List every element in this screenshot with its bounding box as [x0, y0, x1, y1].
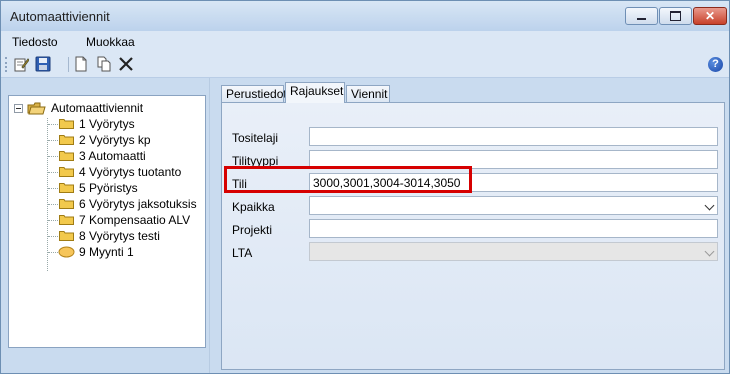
chevron-down-icon	[704, 246, 715, 257]
lta-label: LTA	[232, 246, 253, 260]
folder-icon	[59, 151, 74, 161]
help-icon[interactable]: ?	[708, 57, 723, 72]
tree-item[interactable]: 6 Vyörytys jaksotuksis	[48, 196, 199, 212]
tree-item-label: 1 Vyörytys	[79, 117, 135, 131]
tree-root-label: Automaattiviennit	[51, 101, 144, 115]
tree-item-label: 5 Pyöristys	[79, 181, 138, 195]
save-icon[interactable]	[35, 56, 51, 72]
minimize-button[interactable]	[625, 7, 658, 25]
tositelaji-input[interactable]	[309, 127, 718, 146]
folder-icon	[59, 167, 74, 177]
projekti-input[interactable]	[309, 219, 718, 238]
tab-rajaukset[interactable]: Rajaukset	[285, 82, 345, 103]
panel-splitter[interactable]	[209, 78, 216, 373]
menu-bar: Tiedosto Muokkaa	[1, 31, 729, 53]
folder-icon	[59, 183, 74, 193]
tree-root[interactable]: Automaattiviennit	[11, 100, 201, 116]
kpaikka-label: Kpaikka	[232, 200, 275, 214]
toolbar-grip[interactable]	[5, 57, 9, 72]
tree-item[interactable]: 3 Automaatti	[48, 148, 199, 164]
tree-item-label: 7 Kompensaatio ALV	[79, 213, 191, 227]
tree-item[interactable]: 7 Kompensaatio ALV	[48, 212, 199, 228]
tree-item-label: 8 Vyörytys testi	[79, 229, 160, 243]
tree-item-label: 3 Automaatti	[79, 149, 146, 163]
tree-item-label: 2 Vyörytys kp	[79, 133, 151, 147]
title-bar: Automaattiviennit ✕	[1, 1, 729, 31]
lta-dropdown	[309, 242, 718, 261]
edit-icon[interactable]	[13, 56, 29, 72]
delete-icon[interactable]	[118, 56, 134, 72]
tree-item[interactable]: 8 Vyörytys testi	[48, 228, 199, 244]
maximize-icon	[670, 11, 681, 21]
folder-icon	[59, 215, 74, 225]
folder-icon	[59, 231, 74, 241]
copy-icon[interactable]	[96, 56, 112, 72]
folder-icon	[59, 119, 74, 129]
folder-icon	[59, 199, 74, 209]
window-title: Automaattiviennit	[10, 9, 110, 24]
tree-item[interactable]: 4 Vyörytys tuotanto	[48, 164, 199, 180]
tab-strip: Perustiedot Rajaukset Viennit	[221, 82, 721, 103]
tree-panel[interactable]: Automaattiviennit 1 Vyörytys 2 Vyörytys …	[8, 95, 206, 348]
close-button[interactable]: ✕	[693, 7, 727, 25]
toolbar-separator	[68, 57, 69, 72]
chevron-down-icon[interactable]	[704, 200, 715, 211]
tree-item-label: 6 Vyörytys jaksotuksis	[79, 197, 197, 211]
close-icon: ✕	[704, 9, 716, 23]
tositelaji-label: Tositelaji	[232, 131, 279, 145]
menu-muokkaa[interactable]: Muokkaa	[86, 35, 135, 49]
tree-item[interactable]: 1 Vyörytys	[48, 116, 199, 132]
minimize-icon	[637, 18, 646, 20]
maximize-button[interactable]	[659, 7, 692, 25]
highlight-box	[224, 166, 472, 193]
main-window: Automaattiviennit ✕ Tiedosto Muokkaa ? A…	[0, 0, 730, 374]
tree-item[interactable]: 9 Myynti 1	[48, 244, 199, 260]
tree-item-label: 4 Vyörytys tuotanto	[79, 165, 182, 179]
tab-viennit[interactable]: Viennit	[346, 85, 390, 102]
projekti-label: Projekti	[232, 223, 273, 237]
tab-perustiedot[interactable]: Perustiedot	[221, 85, 287, 102]
collapse-icon[interactable]	[14, 104, 23, 113]
tree-item[interactable]: 2 Vyörytys kp	[48, 132, 199, 148]
folder-icon	[59, 135, 74, 145]
new-document-icon[interactable]	[73, 56, 89, 72]
menu-tiedosto[interactable]: Tiedosto	[12, 35, 58, 49]
kpaikka-dropdown[interactable]	[309, 196, 718, 215]
sales-icon	[58, 246, 75, 258]
toolbar: ?	[1, 53, 729, 78]
tree-item-label: 9 Myynti 1	[79, 245, 134, 259]
folders-icon	[27, 102, 46, 115]
content-area: Automaattiviennit 1 Vyörytys 2 Vyörytys …	[1, 78, 729, 373]
tab-page-rajaukset: Tositelaji Tilityyppi Tili 3000,3001,300…	[221, 102, 725, 370]
tree-item[interactable]: 5 Pyöristys	[48, 180, 199, 196]
